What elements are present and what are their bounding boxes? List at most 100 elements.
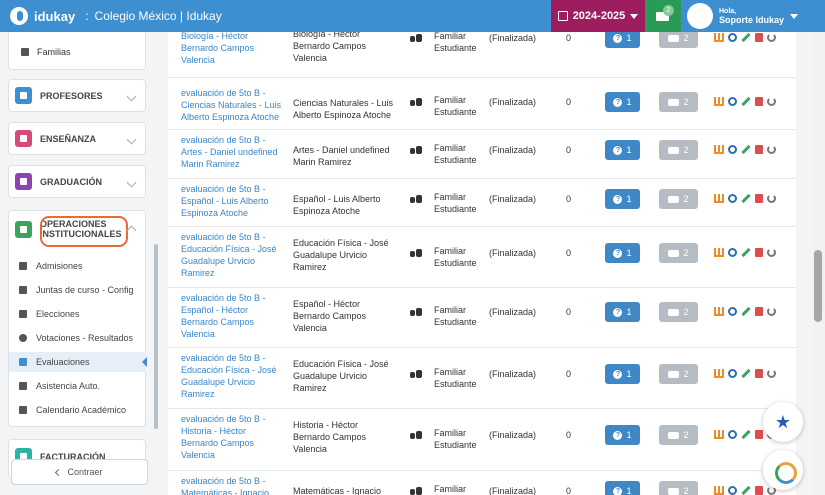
chart-bar-icon[interactable]: [714, 430, 724, 439]
collapse-sidebar-button[interactable]: Contraer: [11, 459, 148, 485]
refresh-icon[interactable]: [767, 307, 776, 316]
questions-button[interactable]: ? 1: [605, 243, 640, 263]
groups-button[interactable]: 2: [659, 189, 698, 209]
trash-icon[interactable]: [755, 33, 763, 42]
audience: FamiliarEstudiante: [434, 428, 477, 450]
sidebar-item-evaluaciones[interactable]: Evaluaciones: [9, 352, 147, 372]
evaluation-link[interactable]: Biología - Héctor Bernardo Campos Valencia: [181, 32, 283, 66]
groups-button[interactable]: 2: [659, 364, 698, 384]
pencil-icon[interactable]: [741, 429, 751, 440]
chart-bar-icon[interactable]: [714, 145, 724, 154]
scrollbar-thumb[interactable]: [814, 250, 822, 322]
pencil-icon[interactable]: [741, 368, 751, 379]
questions-button[interactable]: ? 1: [605, 481, 640, 495]
sidebar-item-juntas[interactable]: Juntas de curso - Config: [19, 285, 134, 295]
chart-bar-icon[interactable]: [714, 97, 724, 106]
zoom-icon[interactable]: [728, 33, 737, 42]
groups-button[interactable]: 2: [659, 425, 698, 445]
evaluation-link[interactable]: evaluación de 5to B - Español - Héctor Ber…: [181, 292, 283, 340]
calendar-icon: [557, 11, 568, 21]
chart-bar-icon[interactable]: [714, 307, 724, 316]
questions-button[interactable]: ? 1: [605, 364, 640, 384]
sidebar-scrollbar[interactable]: [154, 244, 158, 429]
zoom-icon[interactable]: [728, 97, 737, 106]
section-operaciones-header[interactable]: OPERACIONES INSTITUCIONALES: [9, 211, 145, 253]
pencil-icon[interactable]: [741, 32, 751, 43]
groups-button[interactable]: 2: [659, 302, 698, 322]
chart-bar-icon[interactable]: [714, 369, 724, 378]
zoom-icon[interactable]: [728, 307, 737, 316]
messages-button[interactable]: 2: [645, 0, 681, 32]
groups-button[interactable]: 2: [659, 481, 698, 495]
section-operaciones-institucionales: OPERACIONES INSTITUCIONALES Admisiones Ju…: [8, 210, 147, 427]
questions-button[interactable]: ? 1: [605, 189, 640, 209]
evaluation-link[interactable]: evaluación de 5to B - Español - Luis Albe…: [181, 183, 283, 219]
section-graduacion[interactable]: GRADUACIÓN: [8, 165, 146, 198]
chart-bar-icon[interactable]: [714, 486, 724, 495]
zoom-icon[interactable]: [728, 430, 737, 439]
sidebar-item-elecciones[interactable]: Elecciones: [19, 309, 80, 319]
zoom-icon[interactable]: [728, 369, 737, 378]
user-menu[interactable]: Hola, Soporte Idukay: [681, 0, 825, 32]
trash-icon[interactable]: [755, 430, 763, 439]
questions-button[interactable]: ? 1: [605, 302, 640, 322]
sidebar-card-families: Familias: [8, 32, 146, 70]
sidebar-item-admisiones[interactable]: Admisiones: [19, 261, 83, 271]
sidebar-item-calendario[interactable]: Calendario Académico: [19, 405, 126, 415]
trash-icon[interactable]: [755, 145, 763, 154]
chevron-down-icon: [126, 134, 137, 145]
trash-icon[interactable]: [755, 307, 763, 316]
pencil-icon[interactable]: [741, 485, 751, 495]
pencil-icon[interactable]: [741, 144, 751, 155]
evaluation-link[interactable]: evaluación de 5to B - Ciencias Naturales …: [181, 87, 283, 123]
questions-button[interactable]: ? 1: [605, 425, 640, 445]
group-icon: [410, 431, 422, 439]
evaluation-link[interactable]: evaluación de 5to B - Educación Física - …: [181, 352, 283, 400]
chart-bar-icon[interactable]: [714, 194, 724, 203]
zoom-icon[interactable]: [728, 145, 737, 154]
messages-badge: 2: [663, 5, 674, 16]
pencil-icon[interactable]: [741, 96, 751, 107]
evaluation-link[interactable]: evaluación de 5to B - Artes - Daniel unde…: [181, 134, 283, 170]
section-profesores[interactable]: PROFESORES: [8, 79, 146, 112]
questions-button[interactable]: ? 1: [605, 92, 640, 112]
chart-bar-icon[interactable]: [714, 33, 724, 42]
pencil-icon[interactable]: [741, 306, 751, 317]
questions-button[interactable]: ? 1: [605, 140, 640, 160]
pencil-icon[interactable]: [741, 247, 751, 258]
sidebar-item-familias[interactable]: Familias: [21, 47, 71, 57]
refresh-icon[interactable]: [767, 369, 776, 378]
home-icon: [21, 48, 29, 56]
evaluation-link[interactable]: evaluación de 5to B - Matemáticas - Ignac…: [181, 475, 283, 495]
refresh-icon[interactable]: [767, 145, 776, 154]
evaluation-link[interactable]: evaluación de 5to B - Historia - Héctor Be…: [181, 413, 283, 461]
row-actions: [714, 306, 776, 317]
trash-icon[interactable]: [755, 194, 763, 203]
assistant-button[interactable]: [763, 450, 803, 490]
zoom-icon[interactable]: [728, 248, 737, 257]
groups-button[interactable]: 2: [659, 92, 698, 112]
trash-icon[interactable]: [755, 248, 763, 257]
groups-button[interactable]: 2: [659, 32, 698, 48]
sidebar-item-votaciones[interactable]: Votaciones - Resultados: [19, 333, 133, 343]
pencil-icon[interactable]: [741, 193, 751, 204]
refresh-icon[interactable]: [767, 194, 776, 203]
trash-icon[interactable]: [755, 97, 763, 106]
zoom-icon[interactable]: [728, 194, 737, 203]
school-year-dropdown[interactable]: 2024-2025: [551, 0, 645, 32]
refresh-icon[interactable]: [767, 33, 776, 42]
refresh-icon[interactable]: [767, 97, 776, 106]
refresh-icon[interactable]: [767, 248, 776, 257]
zoom-icon[interactable]: [728, 486, 737, 495]
logo[interactable]: idukay : Colegio México | Idukay: [10, 7, 222, 25]
section-ensenanza[interactable]: ENSEÑANZA: [8, 122, 146, 155]
questions-button[interactable]: ? 1: [605, 32, 640, 48]
groups-button[interactable]: 2: [659, 140, 698, 160]
evaluation-link[interactable]: evaluación de 5to B - Educación Física - …: [181, 231, 283, 279]
trash-icon[interactable]: [755, 369, 763, 378]
trash-icon[interactable]: [755, 486, 763, 495]
sidebar-item-asistencia[interactable]: Asistencia Auto.: [19, 381, 100, 391]
chart-bar-icon[interactable]: [714, 248, 724, 257]
groups-button[interactable]: 2: [659, 243, 698, 263]
favorites-star-button[interactable]: ★: [763, 402, 803, 442]
